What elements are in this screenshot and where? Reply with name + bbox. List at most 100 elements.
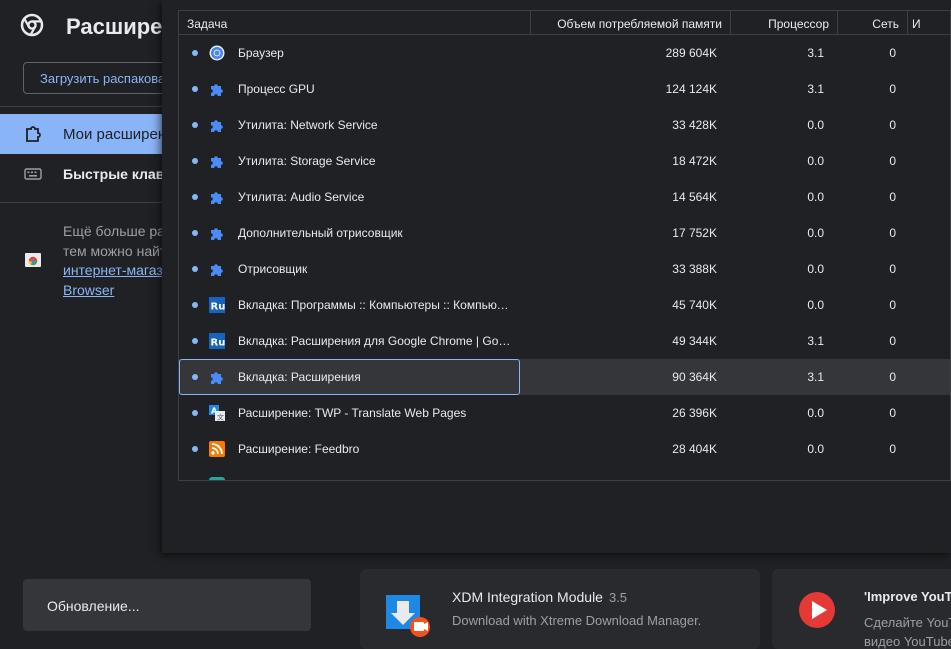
task-row[interactable]: Утилита: Audio Service 14 564K 0.0 0 [179, 179, 950, 215]
status-dot [192, 266, 198, 272]
column-header-memory[interactable]: Объем потребляемой памяти [531, 11, 731, 35]
task-cpu: 0.0 [807, 154, 824, 168]
puzzle-icon [209, 153, 225, 169]
xdm-download-icon [386, 595, 430, 637]
task-network: 0 [889, 118, 896, 132]
task-network: 0 [889, 442, 896, 456]
svg-text:Ru: Ru [211, 338, 226, 349]
column-header-cpu[interactable]: Процессор [731, 11, 838, 35]
status-dot [192, 302, 198, 308]
status-dot [192, 374, 198, 380]
promo-text: Ещё больше расширений тем можно найти в … [63, 222, 173, 300]
youtube-play-icon [799, 592, 835, 628]
task-name: Процесс GPU [238, 82, 315, 96]
status-dot [192, 122, 198, 128]
translate-icon: A文 [209, 405, 225, 422]
rss-icon [209, 441, 225, 457]
task-name: Расширение: Feedbro [238, 442, 360, 456]
task-network: 0 [889, 370, 896, 384]
task-memory: 289 604K [665, 46, 717, 60]
task-row[interactable]: Расширение: Feedbro 28 404K 0.0 0 [179, 431, 950, 467]
task-memory: 33 428K [672, 118, 717, 132]
puzzle-icon [209, 369, 225, 385]
task-row[interactable]: Утилита: Storage Service 18 472K 0.0 0 [179, 143, 950, 179]
status-dot [192, 446, 198, 452]
extension-icon [209, 477, 225, 480]
task-table: Задача Объем потребляемой памяти Процесс… [178, 10, 951, 481]
task-memory: 33 388K [672, 262, 717, 276]
task-row[interactable]: Процесс GPU 124 124K 3.1 0 [179, 71, 950, 107]
promo-line: тем можно найти в [63, 242, 173, 259]
task-cpu: 0.0 [807, 406, 824, 420]
sidebar-item-my-extensions[interactable]: Мои расширения [0, 114, 183, 154]
task-row[interactable]: Утилита: Network Service 33 428K 0.0 0 [179, 107, 950, 143]
divider [0, 106, 170, 107]
extension-description-line: Сделайте YouTube [864, 615, 951, 630]
status-dot [192, 410, 198, 416]
task-network: 0 [889, 262, 896, 276]
task-name: Дополнительный отрисовщик [238, 226, 403, 240]
status-dot [192, 230, 198, 236]
task-network: 0 [889, 226, 896, 240]
task-network: 0 [889, 154, 896, 168]
task-memory: 18 472K [672, 154, 717, 168]
status-dot [192, 158, 198, 164]
task-cpu: 0.0 [807, 118, 824, 132]
task-name: Вкладка: Расширения для Google Chrome | … [238, 334, 513, 348]
chrome-logo-icon [20, 13, 44, 37]
task-memory: 14 564K [672, 190, 717, 204]
sidebar-item-shortcuts[interactable]: Быстрые клавиши [0, 154, 193, 194]
task-manager-window: Задача Объем потребляемой памяти Процесс… [162, 0, 951, 553]
column-header-task[interactable]: Задача [179, 11, 531, 35]
task-row-partial[interactable] [179, 467, 950, 480]
task-row[interactable]: A 文 Расширение: TWP - Translate Web Pages 2… [179, 395, 950, 431]
status-dot [192, 86, 198, 92]
promo-line: Ещё больше расширений [63, 223, 173, 239]
task-cpu: 3.1 [807, 334, 824, 348]
puzzle-icon [209, 81, 225, 97]
puzzle-icon [209, 261, 225, 277]
web-store-link[interactable]: интернет-магазине [63, 261, 173, 281]
task-network: 0 [889, 190, 896, 204]
task-row[interactable]: Ru Вкладка: Расширения для Google Chrome … [179, 323, 950, 359]
extension-card-xdm[interactable]: XDM Integration Module 3.5 Download with … [360, 569, 760, 649]
task-name: Вкладка: Программы :: Компьютеры :: Комп… [238, 298, 513, 312]
task-network: 0 [889, 298, 896, 312]
task-row[interactable]: Браузер 289 604K 3.1 0 [179, 35, 950, 71]
status-dot [192, 338, 198, 344]
update-button[interactable]: Обновление... [23, 579, 311, 631]
ru-favicon-icon: Ru [209, 297, 225, 313]
task-memory: 28 404K [672, 442, 717, 456]
task-cpu: 0.0 [807, 442, 824, 456]
task-name: Утилита: Network Service [238, 118, 378, 132]
task-cpu: 0.0 [807, 262, 824, 276]
task-cpu: 0.0 [807, 298, 824, 312]
task-memory: 26 396K [672, 406, 717, 420]
divider [0, 202, 170, 203]
task-memory: 124 124K [665, 82, 717, 96]
column-header-network[interactable]: Сеть [838, 11, 908, 35]
extension-version: 3.5 [608, 590, 628, 605]
extension-card-improve-youtube[interactable]: 'Improve YouTube Сделайте YouTube видео … [772, 569, 951, 649]
extension-description: Download with Xtreme Download Manager. [452, 613, 702, 628]
svg-text:Ru: Ru [211, 302, 226, 313]
task-row[interactable]: Отрисовщик 33 388K 0.0 0 [179, 251, 950, 287]
puzzle-icon [209, 225, 225, 241]
task-memory: 49 344K [672, 334, 717, 348]
load-unpacked-button[interactable]: Загрузить распакованное расширение [23, 62, 173, 94]
task-row[interactable]: Ru Вкладка: Программы :: Компьютеры :: Ко… [179, 287, 950, 323]
task-row[interactable]: Вкладка: Расширения 90 364K 3.1 0 [179, 359, 950, 395]
extension-description-line: видео YouTube [864, 634, 951, 649]
task-row[interactable]: Дополнительный отрисовщик 17 752K 0.0 0 [179, 215, 950, 251]
extension-description: Сделайте YouTube видео YouTube [864, 613, 951, 649]
extension-name: XDM Integration Module 3.5 [452, 589, 627, 605]
extension-title: XDM Integration Module [452, 589, 603, 605]
task-memory: 17 752K [672, 226, 717, 240]
puzzle-outline-icon [26, 126, 41, 142]
task-network: 0 [889, 46, 896, 60]
keyboard-icon [24, 168, 42, 180]
column-header-pid[interactable]: И [908, 11, 950, 35]
ru-favicon-icon: Ru [209, 333, 225, 349]
web-store-link-browser[interactable]: Browser [63, 281, 173, 301]
task-name: Утилита: Audio Service [238, 190, 365, 204]
